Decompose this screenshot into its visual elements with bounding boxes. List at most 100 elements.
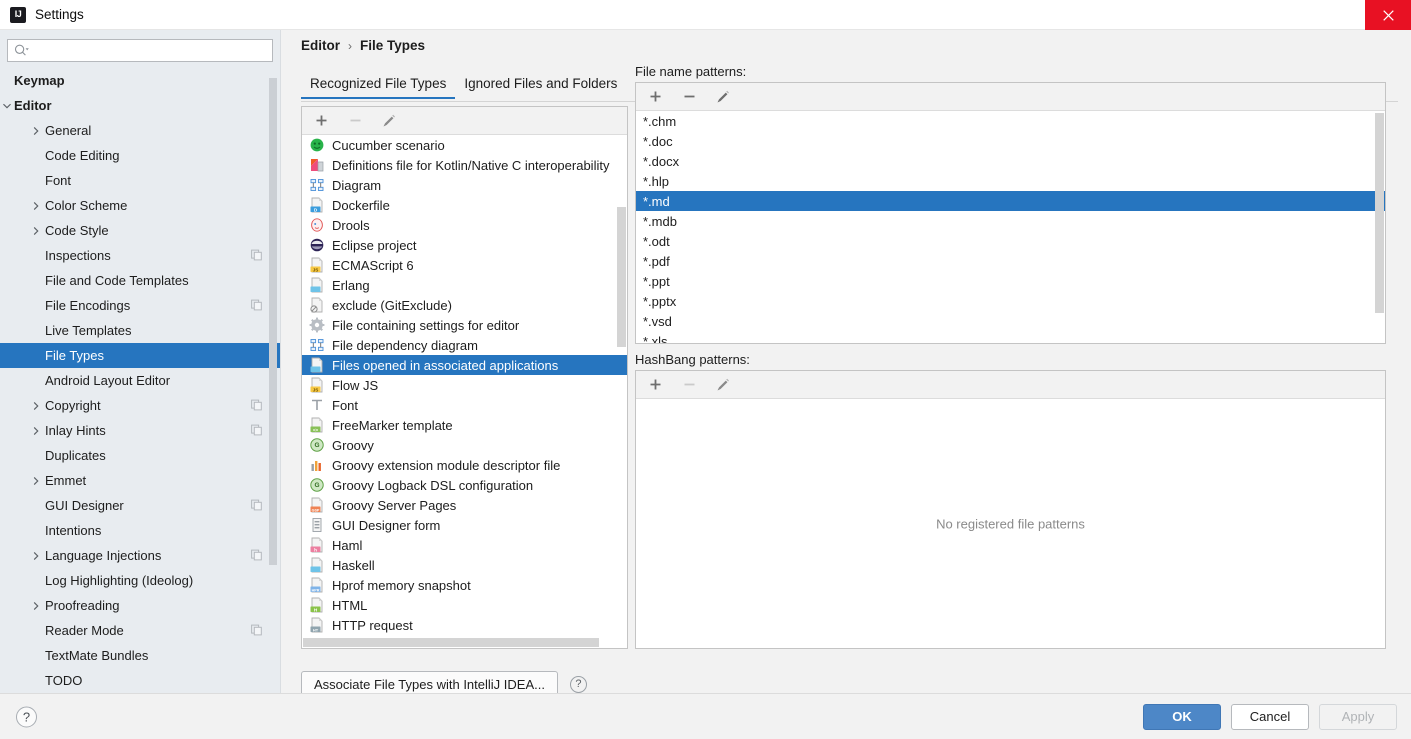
- dialog-help-button[interactable]: ?: [16, 706, 37, 727]
- sidebar-item-log-highlighting-ideolog[interactable]: Log Highlighting (Ideolog): [0, 568, 280, 593]
- sidebar-item-code-style[interactable]: Code Style: [0, 218, 280, 243]
- pattern-row[interactable]: *.ppt: [636, 271, 1385, 291]
- remove-hashbang-button[interactable]: [680, 376, 698, 394]
- file-type-row[interactable]: GUI Designer form: [302, 515, 627, 535]
- pattern-row[interactable]: *.doc: [636, 131, 1385, 151]
- cancel-button[interactable]: Cancel: [1231, 704, 1309, 730]
- sidebar-item-duplicates[interactable]: Duplicates: [0, 443, 280, 468]
- file-types-vertical-scrollbar[interactable]: [617, 207, 626, 347]
- file-type-row[interactable]: File dependency diagram: [302, 335, 627, 355]
- sidebar-item-todo[interactable]: TODO: [0, 668, 280, 693]
- sidebar-item-intentions[interactable]: Intentions: [0, 518, 280, 543]
- file-type-row[interactable]: GSPGroovy Server Pages: [302, 495, 627, 515]
- patterns-scrollbar[interactable]: [1375, 113, 1384, 313]
- file-type-row[interactable]: Cucumber scenario: [302, 135, 627, 155]
- file-type-row[interactable]: Definitions file for Kotlin/Native C int…: [302, 155, 627, 175]
- pattern-row[interactable]: *.chm: [636, 111, 1385, 131]
- copy-settings-icon[interactable]: [251, 398, 262, 413]
- file-type-row[interactable]: JSFlow JS: [302, 375, 627, 395]
- ok-button[interactable]: OK: [1143, 704, 1221, 730]
- associate-help-icon[interactable]: ?: [570, 676, 587, 693]
- add-file-type-button[interactable]: [312, 112, 330, 130]
- file-name-patterns-list[interactable]: *.chm*.doc*.docx*.hlp*.md*.mdb*.odt*.pdf…: [636, 111, 1385, 343]
- pattern-row[interactable]: *.pptx: [636, 291, 1385, 311]
- sidebar-item-file-and-code-templates[interactable]: File and Code Templates: [0, 268, 280, 293]
- sidebar-item-color-scheme[interactable]: Color Scheme: [0, 193, 280, 218]
- sidebar-item-reader-mode[interactable]: Reader Mode: [0, 618, 280, 643]
- copy-settings-icon[interactable]: [251, 623, 262, 638]
- file-type-row[interactable]: Groovy extension module descriptor file: [302, 455, 627, 475]
- pattern-row[interactable]: *.md: [636, 191, 1385, 211]
- file-type-row[interactable]: Haskell: [302, 555, 627, 575]
- sidebar-item-inspections[interactable]: Inspections: [0, 243, 280, 268]
- edit-file-type-button[interactable]: [380, 112, 398, 130]
- copy-settings-icon[interactable]: [251, 298, 262, 313]
- edit-pattern-button[interactable]: [714, 88, 732, 106]
- chevron-right-icon[interactable]: [29, 549, 42, 562]
- tab-recognized-file-types[interactable]: Recognized File Types: [301, 72, 455, 99]
- sidebar-item-copyright[interactable]: Copyright: [0, 393, 280, 418]
- sidebar-item-file-encodings[interactable]: File Encodings: [0, 293, 280, 318]
- edit-hashbang-button[interactable]: [714, 376, 732, 394]
- file-type-row[interactable]: File containing settings for editor: [302, 315, 627, 335]
- file-type-row[interactable]: GGroovy: [302, 435, 627, 455]
- file-type-row[interactable]: Erlang: [302, 275, 627, 295]
- chevron-right-icon[interactable]: [29, 124, 42, 137]
- chevron-right-icon[interactable]: [29, 599, 42, 612]
- pattern-row[interactable]: *.xls: [636, 331, 1385, 343]
- pattern-row[interactable]: *.pdf: [636, 251, 1385, 271]
- chevron-right-icon[interactable]: [29, 224, 42, 237]
- remove-file-type-button[interactable]: [346, 112, 364, 130]
- copy-settings-icon[interactable]: [251, 423, 262, 438]
- search-input[interactable]: [33, 44, 266, 58]
- file-type-row[interactable]: HPRHprof memory snapshot: [302, 575, 627, 595]
- file-type-row[interactable]: exclude (GitExclude): [302, 295, 627, 315]
- file-types-horizontal-scrollbar[interactable]: [303, 638, 599, 647]
- search-box[interactable]: [7, 39, 273, 62]
- sidebar-item-textmate-bundles[interactable]: TextMate Bundles: [0, 643, 280, 668]
- sidebar-item-emmet[interactable]: Emmet: [0, 468, 280, 493]
- file-type-row[interactable]: <>FreeMarker template: [302, 415, 627, 435]
- sidebar-item-file-types[interactable]: File Types: [0, 343, 280, 368]
- sidebar-item-general[interactable]: General: [0, 118, 280, 143]
- add-pattern-button[interactable]: [646, 88, 664, 106]
- file-type-row[interactable]: Drools: [302, 215, 627, 235]
- file-type-row[interactable]: JSECMAScript 6: [302, 255, 627, 275]
- copy-settings-icon[interactable]: [251, 498, 262, 513]
- chevron-right-icon[interactable]: [29, 199, 42, 212]
- sidebar-item-android-layout-editor[interactable]: Android Layout Editor: [0, 368, 280, 393]
- file-type-row[interactable]: DDockerfile: [302, 195, 627, 215]
- file-type-row[interactable]: HTHTTP request: [302, 615, 627, 635]
- sidebar-scrollbar-thumb[interactable]: [269, 78, 277, 565]
- close-button[interactable]: [1365, 0, 1411, 30]
- sidebar-item-proofreading[interactable]: Proofreading: [0, 593, 280, 618]
- file-type-row[interactable]: HHTML: [302, 595, 627, 615]
- copy-settings-icon[interactable]: [251, 248, 262, 263]
- pattern-row[interactable]: *.odt: [636, 231, 1385, 251]
- sidebar-item-keymap[interactable]: Keymap: [0, 68, 280, 93]
- chevron-right-icon[interactable]: [29, 399, 42, 412]
- file-type-row[interactable]: Eclipse project: [302, 235, 627, 255]
- sidebar-item-font[interactable]: Font: [0, 168, 280, 193]
- sidebar-item-gui-designer[interactable]: GUI Designer: [0, 493, 280, 518]
- apply-button[interactable]: Apply: [1319, 704, 1397, 730]
- tab-ignored-files-and-folders[interactable]: Ignored Files and Folders: [455, 72, 626, 99]
- pattern-row[interactable]: *.hlp: [636, 171, 1385, 191]
- remove-pattern-button[interactable]: [680, 88, 698, 106]
- copy-settings-icon[interactable]: [251, 548, 262, 563]
- file-types-list[interactable]: Cucumber scenarioDefinitions file for Ko…: [302, 135, 627, 648]
- pattern-row[interactable]: *.vsd: [636, 311, 1385, 331]
- sidebar-item-editor[interactable]: Editor: [0, 93, 280, 118]
- pattern-row[interactable]: *.docx: [636, 151, 1385, 171]
- add-hashbang-button[interactable]: [646, 376, 664, 394]
- sidebar-item-language-injections[interactable]: Language Injections: [0, 543, 280, 568]
- file-type-row[interactable]: Diagram: [302, 175, 627, 195]
- sidebar-item-inlay-hints[interactable]: Inlay Hints: [0, 418, 280, 443]
- chevron-right-icon[interactable]: [29, 474, 42, 487]
- file-type-row[interactable]: GGroovy Logback DSL configuration: [302, 475, 627, 495]
- breadcrumb-root[interactable]: Editor: [301, 38, 340, 53]
- chevron-right-icon[interactable]: [29, 424, 42, 437]
- sidebar-item-code-editing[interactable]: Code Editing: [0, 143, 280, 168]
- sidebar-item-live-templates[interactable]: Live Templates: [0, 318, 280, 343]
- file-type-row[interactable]: hHaml: [302, 535, 627, 555]
